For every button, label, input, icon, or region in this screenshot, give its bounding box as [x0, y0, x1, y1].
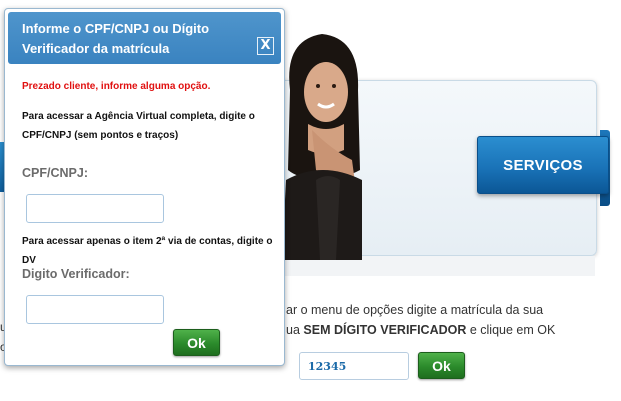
full-access-instruction: Para acessar a Agência Virtual completa,…: [22, 111, 255, 141]
partial-access-instruction: Para acessar apenas o item 2ª via de con…: [22, 236, 273, 266]
dv-label: Digito Verificador:: [22, 267, 130, 281]
woman-photo: [282, 34, 362, 260]
instruction-prefix: ua: [286, 323, 304, 337]
instruction-line-2: ua SEM DÍGITO VERIFICADOR e clique em OK: [286, 320, 558, 340]
matricula-input[interactable]: [299, 352, 409, 380]
background-instructions: ar o menu de opções digite a matrícula d…: [286, 300, 558, 340]
dialog-header: Informe o CPF/CNPJ ou Dígito Verificador…: [8, 12, 281, 64]
instruction-line-1: ar o menu de opções digite a matrícula d…: [286, 303, 544, 317]
instruction-suffix: e clique em OK: [466, 323, 556, 337]
cpf-input[interactable]: [26, 194, 164, 223]
cpf-dialog: Informe o CPF/CNPJ ou Dígito Verificador…: [4, 8, 285, 366]
page: SERVIÇOS u o ar o menu de opções digite …: [0, 0, 621, 401]
dialog-title: Informe o CPF/CNPJ ou Dígito Verificador…: [22, 21, 210, 56]
close-button[interactable]: X: [257, 37, 274, 55]
dialog-ok-button[interactable]: Ok: [173, 329, 220, 356]
servicos-button[interactable]: SERVIÇOS: [477, 136, 609, 194]
matricula-ok-button[interactable]: Ok: [418, 352, 465, 379]
cpf-label: CPF/CNPJ:: [22, 166, 88, 180]
instruction-bold: SEM DÍGITO VERIFICADOR: [303, 323, 467, 337]
dv-input[interactable]: [26, 295, 164, 324]
alert-message: Prezado cliente, informe alguma opção.: [22, 81, 211, 92]
